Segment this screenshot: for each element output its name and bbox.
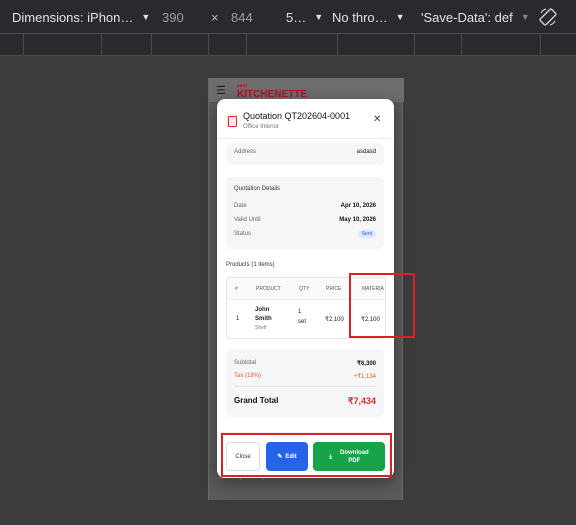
- zoom-dropdown[interactable]: 5… ▼: [286, 0, 323, 34]
- dimensions-label: Dimensions: iPhon…: [12, 9, 134, 25]
- devtools-toolbar: Dimensions: iPhon… ▼ 390 × 844 5… ▼ No t…: [0, 0, 576, 34]
- products-title: Products (1 items): [226, 262, 275, 268]
- save-data-dropdown[interactable]: 'Save-Data': def ▼: [421, 0, 530, 34]
- status-badge: Sent: [357, 230, 376, 238]
- row-price: ₹2,100: [325, 317, 344, 323]
- date-label: Date: [234, 203, 247, 209]
- throttle-label: No thro…: [332, 9, 388, 25]
- ruler-tick: [23, 34, 24, 56]
- ruler-tick: [414, 34, 415, 56]
- dimensions-dropdown[interactable]: Dimensions: iPhon… ▼: [12, 0, 150, 34]
- width-input[interactable]: 390: [162, 0, 184, 34]
- ruler-tick: [337, 34, 338, 56]
- tax-value: +₹1,134: [353, 374, 376, 380]
- details-title: Quotation Details: [234, 186, 281, 192]
- grand-total-value: ₹7,434: [347, 396, 376, 406]
- ruler-tick: [151, 34, 152, 56]
- address-value: asdasd: [356, 149, 376, 155]
- chevron-down-icon: ▼: [520, 12, 530, 22]
- row-qty-1: 1: [298, 309, 302, 315]
- brand-logo: BEST KITCHENETTE: [237, 81, 307, 100]
- footer-buttons-highlight: [221, 433, 392, 477]
- ruler-tick: [246, 34, 247, 56]
- tax-label: Tax (18%): [234, 373, 262, 379]
- table-header-index: #: [235, 286, 238, 292]
- times-icon: ×: [211, 9, 219, 25]
- address-label: Address: [234, 149, 257, 155]
- valid-until-label: Valid Until: [234, 217, 261, 223]
- table-header-product: PRODUCT: [256, 286, 281, 292]
- subtotal-value: ₹6,300: [357, 361, 376, 367]
- table-header-qty: QTY: [299, 286, 310, 292]
- modal-subtitle: Office Interior: [243, 124, 279, 130]
- save-data-label: 'Save-Data': def: [421, 9, 513, 25]
- table-header-price: PRICE: [326, 286, 342, 292]
- subtotal-label: Subtotal: [234, 360, 257, 366]
- ruler-tick: [540, 34, 541, 56]
- close-icon[interactable]: ✕: [373, 114, 381, 125]
- document-icon: [226, 114, 237, 127]
- summary-divider: [234, 386, 376, 387]
- ruler-tick: [461, 34, 462, 56]
- media-query-ruler: [0, 34, 576, 56]
- details-card: Quotation Details Date Apr 10, 2026 Vali…: [226, 177, 384, 249]
- row-qty-2: set: [298, 319, 307, 325]
- chevron-down-icon: ▼: [314, 12, 324, 22]
- valid-until-value: May 10, 2026: [339, 217, 376, 223]
- address-card: Address asdasd: [226, 143, 384, 165]
- zoom-label: 5…: [286, 9, 307, 25]
- grand-total-label: Grand Total: [234, 396, 279, 405]
- row-product-name-1: John: [255, 307, 270, 313]
- modal-header: Quotation QT202604-0001 Office Interior …: [217, 99, 394, 139]
- row-index: 1: [236, 316, 240, 322]
- throttle-dropdown[interactable]: No thro… ▼: [332, 0, 405, 34]
- height-input[interactable]: 844: [231, 0, 253, 34]
- rotate-icon[interactable]: [538, 0, 558, 34]
- row-product-sub: Shelf: [255, 325, 267, 331]
- hamburger-icon[interactable]: ☰: [216, 84, 226, 97]
- material-column-highlight: [349, 273, 415, 338]
- date-value: Apr 10, 2026: [340, 203, 376, 209]
- summary-card: Subtotal ₹6,300 Tax (18%) +₹1,134 Grand …: [226, 349, 384, 417]
- row-product-name-2: Smith: [255, 316, 272, 322]
- chevron-down-icon: ▼: [395, 12, 405, 22]
- ruler-tick: [208, 34, 209, 56]
- chevron-down-icon: ▼: [141, 12, 151, 22]
- modal-title: Quotation QT202604-0001: [243, 111, 351, 121]
- status-label: Status: [234, 231, 252, 237]
- ruler-tick: [101, 34, 102, 56]
